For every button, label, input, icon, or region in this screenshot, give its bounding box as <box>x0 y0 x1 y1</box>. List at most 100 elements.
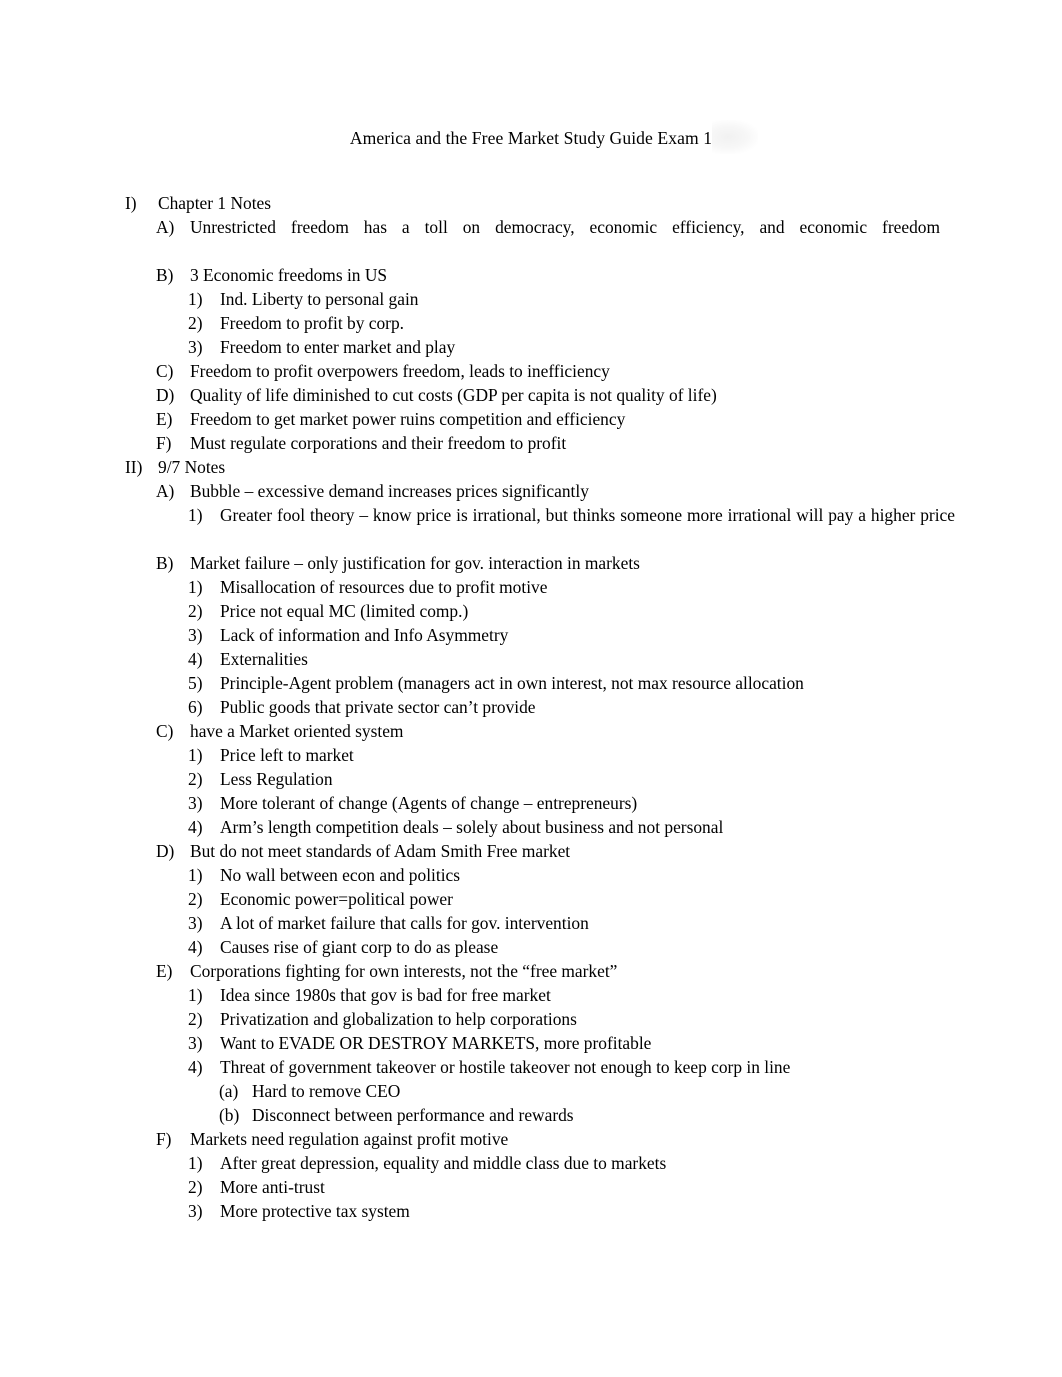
outline-item: 1) Misallocation of resources due to prof… <box>0 575 1062 599</box>
outline-item: A) Unrestricted freedom has a toll on dem… <box>0 215 1062 263</box>
outline-item: 1) After great depression, equality and m… <box>0 1151 1062 1175</box>
outline-item: 2) Freedom to profit by corp. <box>0 311 1062 335</box>
outline-item-text: Price not equal MC (limited comp.) <box>220 601 469 621</box>
outline-item: 6) Public goods that private sector can’t… <box>0 695 1062 719</box>
outline-item-marker: (b) <box>219 1105 240 1125</box>
outline-item-text: Greater fool theory – know price is irra… <box>220 505 955 525</box>
outline-item-text: Bubble – excessive demand increases pric… <box>190 481 589 501</box>
outline-item-marker: 2) <box>188 1009 203 1029</box>
outline-item: I) Chapter 1 Notes <box>0 191 1062 215</box>
outline-item-marker: 4) <box>188 1057 203 1077</box>
outline-item-text: Must regulate corporations and their fre… <box>190 433 567 453</box>
outline-item-text: Unrestricted freedom has a toll on democ… <box>190 217 940 237</box>
outline-item-text: Less Regulation <box>220 769 333 789</box>
outline-item-text: Want to EVADE OR DESTROY MARKETS, more p… <box>220 1033 652 1053</box>
outline-item-text: 9/7 Notes <box>158 457 226 477</box>
title-wrapper: America and the Free Market Study Guide … <box>349 120 759 154</box>
outline-item-marker: 3) <box>188 793 203 813</box>
outline-item-text: Quality of life diminished to cut costs … <box>190 385 717 405</box>
outline-item-text: Lack of information and Info Asymmetry <box>220 625 509 645</box>
outline-item-text: But do not meet standards of Adam Smith … <box>190 841 571 861</box>
outline-item: 2) Less Regulation <box>0 767 1062 791</box>
outline-item: C) have a Market oriented system <box>0 719 1062 743</box>
outline-item: E) Corporations fighting for own interest… <box>0 959 1062 983</box>
outline-item-text: Disconnect between performance and rewar… <box>252 1105 574 1125</box>
outline-item-text: Ind. Liberty to personal gain <box>220 289 419 309</box>
outline-item: II) 9/7 Notes <box>0 455 1062 479</box>
outline-item: 1) No wall between econ and politics <box>0 863 1062 887</box>
outline-item-marker: 4) <box>188 937 203 957</box>
outline-item-text: Price left to market <box>220 745 354 765</box>
outline-item-marker: 2) <box>188 769 203 789</box>
page-title: America and the Free Market Study Guide … <box>349 128 713 148</box>
outline-item-marker: E) <box>156 409 173 429</box>
outline-item-marker: E) <box>156 961 173 981</box>
outline-item-marker: 3) <box>188 913 203 933</box>
outline-item: 2) Price not equal MC (limited comp.) <box>0 599 1062 623</box>
outline-item-text: Arm’s length competition deals – solely … <box>220 817 724 837</box>
outline-item-text: Freedom to enter market and play <box>220 337 456 357</box>
outline-item-marker: 4) <box>188 817 203 837</box>
outline-item: A) Bubble – excessive demand increases pr… <box>0 479 1062 503</box>
outline-item: 3) Freedom to enter market and play <box>0 335 1062 359</box>
outline-item-marker: A) <box>156 217 175 237</box>
outline-item: 4) Causes rise of giant corp to do as ple… <box>0 935 1062 959</box>
outline-item-marker: 1) <box>188 505 203 525</box>
outline-item: 3) A lot of market failure that calls for… <box>0 911 1062 935</box>
outline-item-text: More tolerant of change (Agents of chang… <box>220 793 638 813</box>
outline-item: 5) Principle-Agent problem (managers act … <box>0 671 1062 695</box>
outline-item-text: Freedom to get market power ruins compet… <box>190 409 626 429</box>
outline-item-text: A lot of market failure that calls for g… <box>220 913 589 933</box>
outline-item: B) 3 Economic freedoms in US <box>0 263 1062 287</box>
outline-item-marker: 6) <box>188 697 203 717</box>
outline-item-text: Misallocation of resources due to profit… <box>220 577 548 597</box>
outline-item-marker: 4) <box>188 649 203 669</box>
outline-item-marker: 1) <box>188 865 203 885</box>
outline-item-text: Markets need regulation against profit m… <box>190 1129 509 1149</box>
outline-item-marker: 1) <box>188 745 203 765</box>
outline-item: 1) Greater fool theory – know price is ir… <box>0 503 1062 551</box>
outline-item-text: No wall between econ and politics <box>220 865 461 885</box>
outline-item-text: Freedom to profit overpowers freedom, le… <box>190 361 610 381</box>
outline-item-marker: (a) <box>219 1081 239 1101</box>
outline-item-marker: 3) <box>188 1201 203 1221</box>
outline-item: C) Freedom to profit overpowers freedom, … <box>0 359 1062 383</box>
outline-item: 3) Want to EVADE OR DESTROY MARKETS, more… <box>0 1031 1062 1055</box>
outline-item: B) Market failure – only justification fo… <box>0 551 1062 575</box>
outline-item-marker: I) <box>125 193 137 213</box>
outline-item: D) But do not meet standards of Adam Smit… <box>0 839 1062 863</box>
outline-item-marker: 2) <box>188 601 203 621</box>
outline-item-marker: A) <box>156 481 175 501</box>
outline-item: E) Freedom to get market power ruins comp… <box>0 407 1062 431</box>
outline-item-text: 3 Economic freedoms in US <box>190 265 388 285</box>
outline-item-marker: II) <box>125 457 143 477</box>
outline-item-text: Market failure – only justification for … <box>190 553 640 573</box>
outline-item-marker: D) <box>156 385 175 405</box>
outline-item-marker: 1) <box>188 1153 203 1173</box>
outline-item: 3) More protective tax system <box>0 1199 1062 1223</box>
outline-item-text: More anti-trust <box>220 1177 325 1197</box>
outline-item-text: Externalities <box>220 649 308 669</box>
outline-item-text: Threat of government takeover or hostile… <box>220 1057 791 1077</box>
outline-item: 2) Economic power=political power <box>0 887 1062 911</box>
outline-item-marker: 1) <box>188 985 203 1005</box>
outline-item-marker: 1) <box>188 577 203 597</box>
scan-smudge-artifact <box>712 120 759 154</box>
outline-item: 4) Threat of government takeover or hosti… <box>0 1055 1062 1079</box>
outline-item-marker: 5) <box>188 673 203 693</box>
outline-item-text: More protective tax system <box>220 1201 410 1221</box>
outline-item-text: Corporations fighting for own interests,… <box>190 961 618 981</box>
outline-item-marker: F) <box>156 433 172 453</box>
outline-item-marker: 2) <box>188 889 203 909</box>
document-page: America and the Free Market Study Guide … <box>0 0 1062 1377</box>
outline-item-marker: C) <box>156 721 174 741</box>
outline-item: 2) More anti-trust <box>0 1175 1062 1199</box>
outline-item: 4) Externalities <box>0 647 1062 671</box>
outline-item-marker: 3) <box>188 337 203 357</box>
outline-item-text: have a Market oriented system <box>190 721 404 741</box>
outline-item: 2) Privatization and globalization to hel… <box>0 1007 1062 1031</box>
outline-item-text: After great depression, equality and mid… <box>220 1153 667 1173</box>
outline-item-text: Public goods that private sector can’t p… <box>220 697 536 717</box>
outline-item: D) Quality of life diminished to cut cost… <box>0 383 1062 407</box>
outline-item: 4) Arm’s length competition deals – solel… <box>0 815 1062 839</box>
